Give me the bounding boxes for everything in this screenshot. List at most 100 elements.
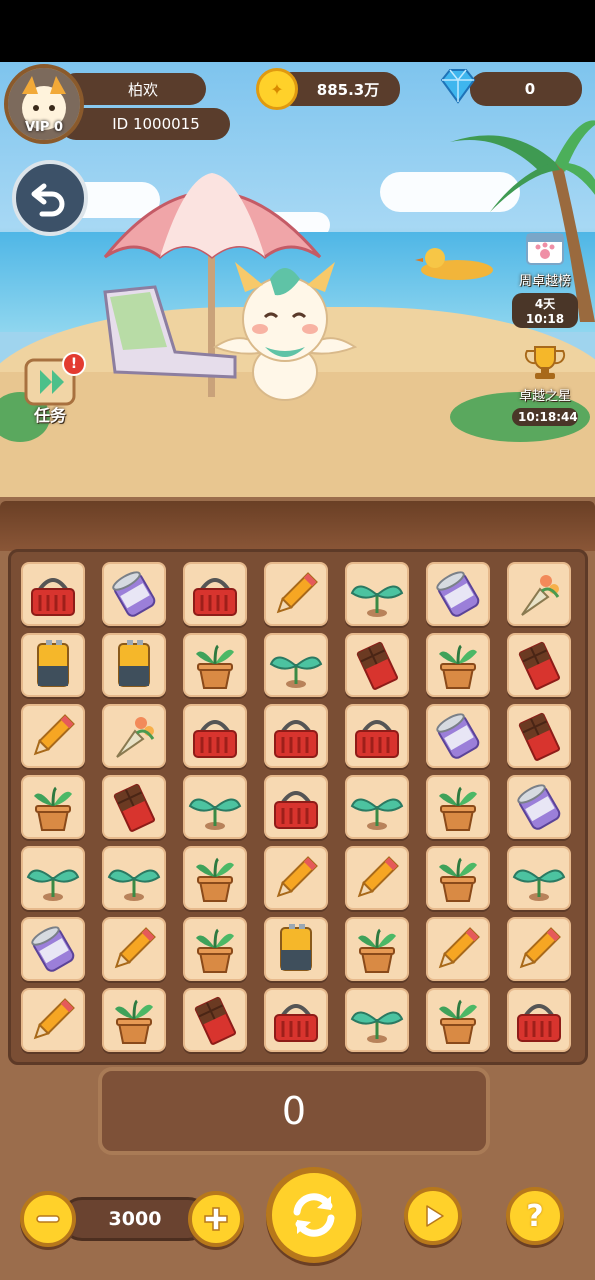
board-tile-battery[interactable] [21,633,85,697]
board-tile-pencil[interactable] [102,917,166,981]
task-button[interactable]: ! 任务 [20,352,86,428]
board-tile-pot[interactable] [345,917,409,981]
mascot-character [212,262,358,401]
board-tile-pot[interactable] [426,775,490,839]
board-tile-pencil[interactable] [507,917,571,981]
board-tile-sprout[interactable] [102,846,166,910]
chocolate-icon [356,641,398,690]
board-tile-sprout[interactable] [264,633,328,697]
board-tile-pencil[interactable] [264,846,328,910]
board-tile-pot[interactable] [183,633,247,697]
increase-bet-button[interactable] [188,1191,244,1247]
board-tile-can[interactable] [426,704,490,768]
minus-icon [36,1215,60,1223]
back-button[interactable] [12,160,88,236]
board-tile-bouquet[interactable] [507,562,571,626]
board-tile-sprout[interactable] [507,846,571,910]
basket-icon [517,1004,561,1042]
board-tile-pencil[interactable] [264,562,328,626]
bouquet-icon [116,717,155,758]
board-tile-sprout[interactable] [345,562,409,626]
pot-icon [439,857,477,902]
board-tile-sprout[interactable] [183,775,247,839]
board-tile-can[interactable] [426,562,490,626]
sprout-icon [188,798,242,830]
weekly-ranking-timer: 4天10:18 [512,293,578,328]
star-event-label: 卓越之星 [518,389,571,404]
board-tile-bouquet[interactable] [102,704,166,768]
board-tile-basket[interactable] [21,562,85,626]
board-tile-chocolate[interactable] [507,633,571,697]
basket-icon [355,720,399,758]
refresh-spin-button[interactable] [266,1167,362,1263]
board-tile-basket[interactable] [264,704,328,768]
tile-board [8,549,588,1065]
play-button[interactable] [404,1187,462,1245]
board-tile-basket[interactable] [183,704,247,768]
plus-icon [204,1207,228,1231]
board-tile-battery[interactable] [102,633,166,697]
bet-amount: 3000 [108,1208,162,1230]
decrease-bet-button[interactable] [20,1191,76,1247]
coin-balance: 885.3万 [316,80,380,99]
battery-icon [37,640,69,687]
board-tile-battery[interactable] [264,917,328,981]
sprout-icon [107,869,161,901]
basket-icon [274,1004,318,1042]
board-tile-can[interactable] [507,775,571,839]
board-tile-pencil[interactable] [426,917,490,981]
can-icon [436,571,480,617]
board-tile-sprout[interactable] [345,988,409,1052]
question-mark-icon: ? [526,1198,544,1234]
board-tile-pencil[interactable] [21,704,85,768]
pot-icon [34,786,72,831]
board-tile-can[interactable] [21,917,85,981]
board-tile-pot[interactable] [426,846,490,910]
board-tile-basket[interactable] [507,988,571,1052]
basket-icon [274,720,318,758]
player-id: ID 1000015 [112,115,200,133]
board-tile-can[interactable] [102,562,166,626]
trophy-icon [524,346,566,379]
pot-icon [439,644,477,689]
basket-icon [193,720,237,758]
board-tile-pot[interactable] [102,988,166,1052]
star-event[interactable]: 卓越之星 10:18:44 [512,345,578,426]
board-tile-basket[interactable] [183,562,247,626]
refresh-icon [293,1193,335,1237]
board-tile-chocolate[interactable] [183,988,247,1052]
pencil-icon [276,572,318,614]
pot-icon [196,644,234,689]
board-tile-chocolate[interactable] [345,633,409,697]
diamond-icon [440,69,476,104]
pot-icon [439,786,477,831]
basket-icon [193,578,237,616]
pencil-icon [114,927,156,969]
pencil-icon [276,856,318,898]
board-tile-sprout[interactable] [21,846,85,910]
board-tile-chocolate[interactable] [102,775,166,839]
can-icon [517,784,561,830]
board-tile-chocolate[interactable] [507,704,571,768]
weekly-ranking-event[interactable]: 周卓越榜 4天10:18 [512,230,578,328]
basket-icon [274,791,318,829]
board-tile-basket[interactable] [264,988,328,1052]
pot-icon [196,857,234,902]
board-tile-pencil[interactable] [21,988,85,1052]
status-bar [0,0,595,62]
rubber-duck [415,248,493,280]
star-event-timer: 10:18:44 [512,408,578,426]
board-tile-pot[interactable] [426,988,490,1052]
board-tile-pencil[interactable] [345,846,409,910]
sprout-icon [512,869,566,901]
board-tile-basket[interactable] [345,704,409,768]
board-tile-pot[interactable] [21,775,85,839]
board-tile-sprout[interactable] [345,775,409,839]
tray-score: 0 [281,1089,307,1133]
board-tile-pot[interactable] [183,846,247,910]
board-tile-basket[interactable] [264,775,328,839]
board-tile-pot[interactable] [426,633,490,697]
board-tile-pot[interactable] [183,917,247,981]
match-tray: 0 [98,1067,490,1155]
help-button[interactable]: ? [506,1187,564,1245]
